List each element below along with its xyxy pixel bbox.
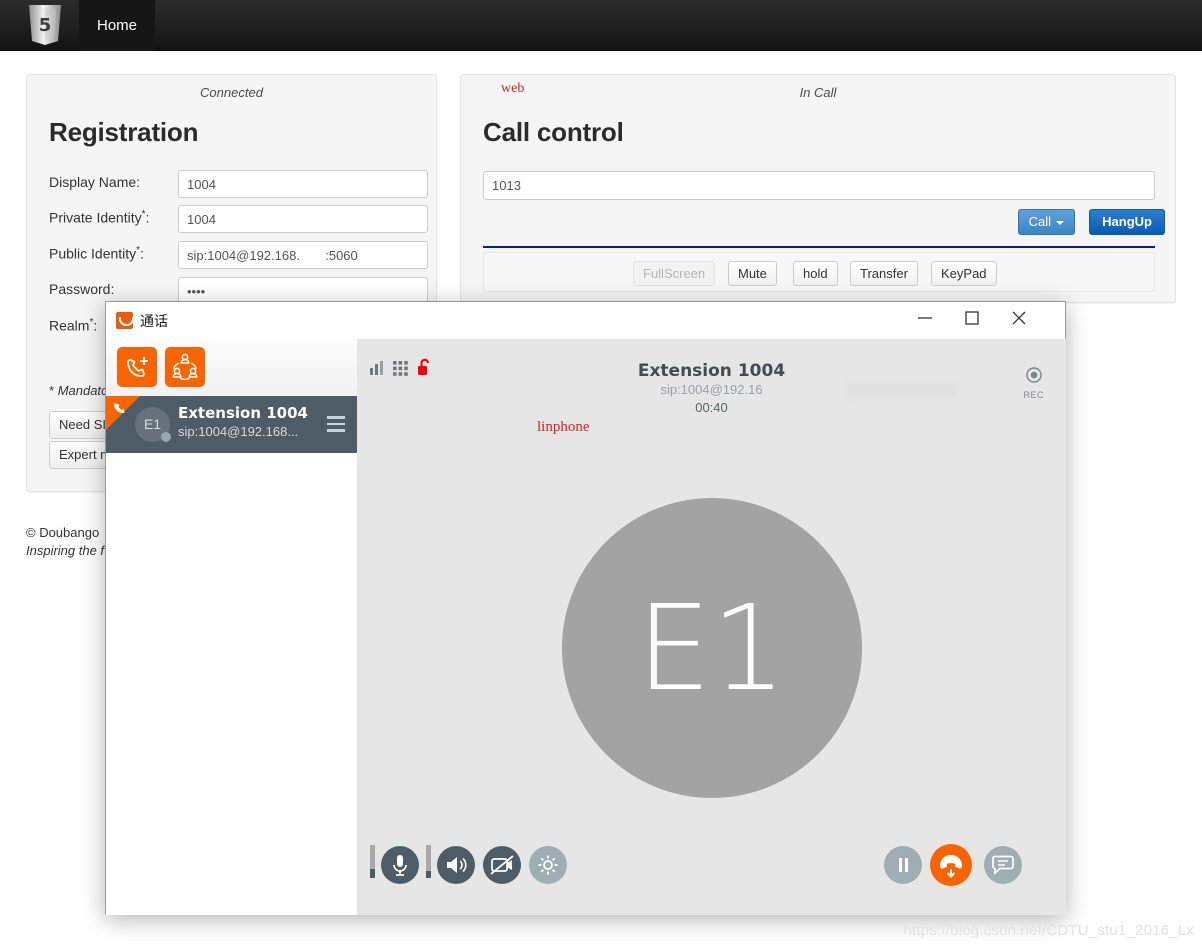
divider (483, 246, 1155, 248)
maximize-icon[interactable] (949, 302, 995, 333)
hangup-button[interactable]: HangUp (1089, 209, 1165, 235)
phone-add-icon[interactable] (117, 347, 157, 387)
svg-text:5: 5 (39, 15, 52, 36)
call-party-name: Extension 1004 (637, 361, 786, 381)
record-indicator[interactable]: REC (1023, 367, 1044, 400)
chat-icon[interactable] (984, 846, 1022, 884)
hamburger-menu-icon[interactable] (327, 416, 345, 436)
linphone-window-title: 通话 (140, 314, 168, 330)
call-control-panel: web In Call Call control Call HangUp Ful… (460, 74, 1176, 303)
html5-logo-icon[interactable]: 5 (26, 3, 64, 47)
redaction-overlay (847, 381, 957, 398)
form-row-public-identity: Public Identity*: (27, 241, 436, 271)
microphone-icon[interactable] (381, 846, 419, 884)
hangup-icon[interactable] (930, 844, 972, 886)
record-icon (1026, 367, 1042, 383)
top-navbar: 5 Home (0, 0, 1202, 51)
footer-tagline: Inspiring the f (26, 543, 105, 558)
close-icon[interactable] (996, 302, 1042, 333)
presence-indicator (161, 432, 171, 442)
speaker-level-meter (426, 845, 431, 878)
nav-item-home[interactable]: Home (79, 0, 156, 51)
list-item[interactable]: E1 Extension 1004 sip:1004@192.168... (106, 396, 357, 453)
hold-button[interactable]: hold (793, 261, 838, 286)
watermark: https://blog.csdn.net/CDTU_stu1_2016_Lx (903, 922, 1194, 939)
list-item-name: Extension 1004 (178, 404, 308, 422)
registration-status: Connected (200, 85, 263, 100)
linphone-window: 通话 E1 Extension 1004 sip:1004@192.168...… (105, 301, 1066, 915)
label-display-name: Display Name: (49, 174, 141, 190)
call-number-input[interactable] (483, 171, 1155, 200)
public-identity-input[interactable] (178, 241, 428, 269)
pause-icon[interactable] (884, 846, 922, 884)
gear-icon[interactable] (529, 846, 567, 884)
label-private-identity: Private Identity*: (49, 209, 150, 226)
sidebar-actions (106, 339, 357, 396)
call-controls-bar (357, 841, 1066, 889)
mic-level-meter (370, 845, 375, 878)
linphone-annotation-label: linphone (537, 419, 590, 435)
mandatory-note: * Mandato (49, 383, 109, 398)
call-duration-timer: 00:40 (695, 400, 728, 415)
call-status: In Call (799, 85, 837, 100)
camera-off-icon[interactable] (483, 846, 521, 884)
form-row-private-identity: Private Identity*: (27, 205, 436, 235)
form-row-display-name: Display Name: (27, 170, 436, 200)
linphone-logo-icon (116, 312, 134, 329)
display-name-input[interactable] (178, 170, 428, 198)
list-item-sip: sip:1004@192.168... (178, 424, 299, 439)
record-label: REC (1023, 390, 1044, 400)
call-button[interactable]: Call (1017, 209, 1075, 235)
mandatory-star: * (49, 383, 55, 398)
label-password: Password: (49, 281, 115, 297)
fullscreen-button[interactable]: FullScreen (633, 261, 716, 286)
linphone-titlebar[interactable]: 通话 (106, 302, 1065, 339)
mute-button[interactable]: Mute (728, 261, 777, 286)
linphone-sidebar: E1 Extension 1004 sip:1004@192.168... (106, 339, 357, 915)
speaker-icon[interactable] (437, 846, 475, 884)
private-identity-input[interactable] (178, 205, 428, 233)
chevron-down-icon (1056, 220, 1064, 225)
label-realm: Realm*: (49, 317, 98, 334)
call-party-sip: sip:1004@192.16 (660, 382, 763, 397)
call-control-title: Call control (483, 117, 624, 147)
keypad-button[interactable]: KeyPad (931, 261, 997, 286)
footer-copyright: © Doubango (26, 525, 100, 540)
page-footer: © Doubango Inspiring the f (26, 525, 104, 558)
registration-title: Registration (49, 117, 199, 147)
minimize-icon[interactable] (902, 302, 948, 333)
label-public-identity: Public Identity*: (49, 245, 144, 262)
call-avatar: E1 (561, 498, 862, 798)
call-toolbar: FullScreen Mute hold Transfer KeyPad (483, 252, 1155, 292)
transfer-button[interactable]: Transfer (850, 261, 918, 286)
phone-incoming-icon (111, 400, 127, 421)
linphone-call-area: Extension 1004 sip:1004@192.16 00:40 lin… (357, 339, 1066, 915)
conference-icon[interactable] (165, 347, 205, 387)
